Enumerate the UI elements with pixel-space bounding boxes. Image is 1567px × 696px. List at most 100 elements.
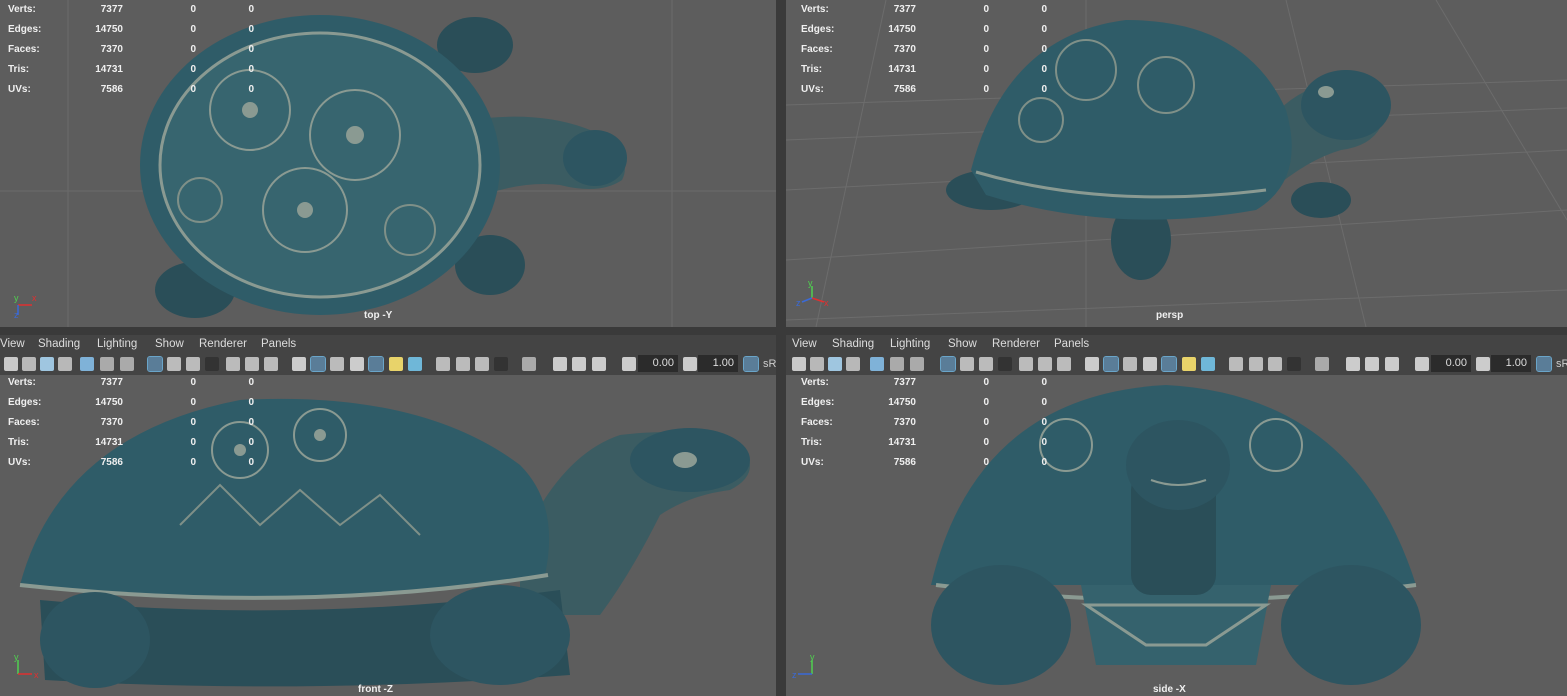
viewport-side[interactable]: Verts: 7377 0 0 Edges: 14750 0 0 Faces: 7370 0 0 … <box>786 375 1567 696</box>
menu-panels[interactable]: Panels <box>261 338 296 350</box>
color-management-icon[interactable] <box>743 356 759 372</box>
field-chart-icon[interactable] <box>226 357 240 371</box>
anti-alias-icon[interactable] <box>475 357 489 371</box>
axis-y-label: y <box>14 652 19 662</box>
exposure-icon[interactable] <box>1415 357 1429 371</box>
menu-view[interactable]: View <box>0 338 25 350</box>
wireframe-icon[interactable] <box>292 357 306 371</box>
grid-icon[interactable] <box>147 356 163 372</box>
stat-value: 14750 <box>95 397 123 408</box>
default-material-icon[interactable] <box>1123 357 1137 371</box>
camera-icon[interactable] <box>4 357 18 371</box>
menu-renderer[interactable]: Renderer <box>992 338 1040 350</box>
stat-value: 0 <box>248 24 254 35</box>
panel-menubar-front: View Shading Lighting Show Renderer Pane… <box>0 336 776 354</box>
gamma-field[interactable]: 1.00 <box>1491 355 1531 372</box>
wireframe-on-shaded-icon[interactable] <box>1143 357 1157 371</box>
paint-icon[interactable] <box>910 357 924 371</box>
menu-panels[interactable]: Panels <box>1054 338 1089 350</box>
safe-title-icon[interactable] <box>1057 357 1071 371</box>
default-material-icon[interactable] <box>330 357 344 371</box>
srgb-label[interactable]: sR <box>1556 358 1567 370</box>
motion-blur-icon[interactable] <box>456 357 470 371</box>
smooth-shade-icon[interactable] <box>310 356 326 372</box>
anti-alias-icon[interactable] <box>1268 357 1282 371</box>
isolate-select-icon[interactable] <box>522 357 536 371</box>
menu-shading[interactable]: Shading <box>832 338 874 350</box>
xray-joints-icon[interactable] <box>572 357 586 371</box>
xray-icon[interactable] <box>553 357 567 371</box>
wireframe-icon[interactable] <box>1085 357 1099 371</box>
dof-icon[interactable] <box>1287 357 1301 371</box>
grease-pencil-icon[interactable] <box>80 357 94 371</box>
textured-icon[interactable] <box>1161 356 1177 372</box>
field-chart-icon[interactable] <box>1019 357 1033 371</box>
safe-title-icon[interactable] <box>264 357 278 371</box>
shadows-icon[interactable] <box>408 357 422 371</box>
shadows-icon[interactable] <box>1201 357 1215 371</box>
viewport-top[interactable]: Verts: 7377 0 0 Edges: 14750 0 0 Faces: 7370 0 0 … <box>0 0 776 327</box>
resolution-gate-icon[interactable] <box>186 357 200 371</box>
menu-lighting[interactable]: Lighting <box>890 338 930 350</box>
lights-icon[interactable] <box>1182 357 1196 371</box>
color-management-icon[interactable] <box>1536 356 1552 372</box>
menu-view[interactable]: View <box>792 338 817 350</box>
backface-icon[interactable] <box>1385 357 1399 371</box>
image-plane-icon[interactable] <box>846 357 860 371</box>
exposure-field[interactable]: 0.00 <box>1431 355 1471 372</box>
menu-lighting[interactable]: Lighting <box>97 338 137 350</box>
2d-pan-icon[interactable] <box>100 357 114 371</box>
stat-value: 7377 <box>893 4 916 15</box>
safe-action-icon[interactable] <box>1038 357 1052 371</box>
gamma-icon[interactable] <box>1476 357 1490 371</box>
vertical-splitter[interactable] <box>776 0 786 696</box>
bookmark-icon[interactable] <box>40 357 54 371</box>
xray-joints-icon[interactable] <box>1365 357 1379 371</box>
menu-shading[interactable]: Shading <box>38 338 80 350</box>
viewport-front[interactable]: Verts: 7377 0 0 Edges: 14750 0 0 Faces: 7370 0 0 … <box>0 375 776 696</box>
menu-renderer[interactable]: Renderer <box>199 338 247 350</box>
stat-value: 7377 <box>100 377 123 388</box>
gate-mask-icon[interactable] <box>998 357 1012 371</box>
grid-icon[interactable] <box>940 356 956 372</box>
xray-icon[interactable] <box>1346 357 1360 371</box>
axis-y-label: y <box>810 652 815 662</box>
menu-show[interactable]: Show <box>948 338 977 350</box>
camera-icon[interactable] <box>792 357 806 371</box>
lights-icon[interactable] <box>389 357 403 371</box>
safe-action-icon[interactable] <box>245 357 259 371</box>
viewport-persp[interactable]: Verts: 7377 0 0 Edges: 14750 0 0 Faces: 7370 0 0 … <box>786 0 1567 327</box>
paint-icon[interactable] <box>120 357 134 371</box>
motion-blur-icon[interactable] <box>1249 357 1263 371</box>
2d-pan-icon[interactable] <box>890 357 904 371</box>
exposure-icon[interactable] <box>622 357 636 371</box>
film-gate-icon[interactable] <box>167 357 181 371</box>
camera-attr-icon[interactable] <box>22 357 36 371</box>
srgb-label[interactable]: sR <box>763 358 776 370</box>
gamma-icon[interactable] <box>683 357 697 371</box>
grease-pencil-icon[interactable] <box>870 357 884 371</box>
gate-mask-icon[interactable] <box>205 357 219 371</box>
backface-icon[interactable] <box>592 357 606 371</box>
textured-icon[interactable] <box>368 356 384 372</box>
dof-icon[interactable] <box>494 357 508 371</box>
exposure-field[interactable]: 0.00 <box>638 355 678 372</box>
stat-row-uvs: UVs: 7586 0 0 <box>801 80 1061 100</box>
horizontal-splitter[interactable] <box>0 327 1567 335</box>
gamma-field[interactable]: 1.00 <box>698 355 738 372</box>
isolate-select-icon[interactable] <box>1315 357 1329 371</box>
bookmark-icon[interactable] <box>828 357 842 371</box>
ao-icon[interactable] <box>1229 357 1243 371</box>
stat-value: 0 <box>248 44 254 55</box>
stat-value: 0 <box>1041 397 1047 408</box>
menu-show[interactable]: Show <box>155 338 184 350</box>
stat-value: 0 <box>1041 4 1047 15</box>
wireframe-on-shaded-icon[interactable] <box>350 357 364 371</box>
resolution-gate-icon[interactable] <box>979 357 993 371</box>
smooth-shade-icon[interactable] <box>1103 356 1119 372</box>
camera-attr-icon[interactable] <box>810 357 824 371</box>
ao-icon[interactable] <box>436 357 450 371</box>
image-plane-icon[interactable] <box>58 357 72 371</box>
film-gate-icon[interactable] <box>960 357 974 371</box>
stat-value: 0 <box>983 437 989 448</box>
